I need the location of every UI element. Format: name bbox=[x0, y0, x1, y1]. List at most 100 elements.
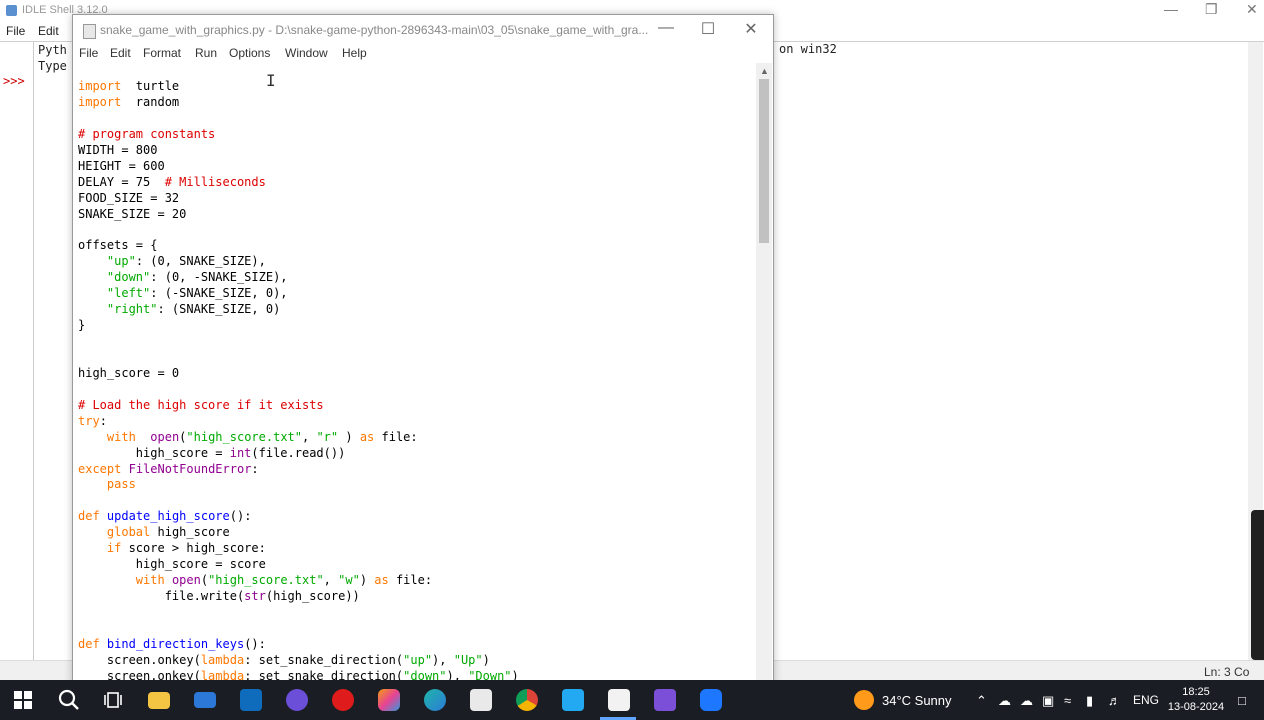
code-token: : (0, -SNAKE_SIZE), bbox=[150, 270, 288, 285]
code-token: global bbox=[106, 525, 151, 540]
code-token: WIDTH = 800 bbox=[78, 142, 158, 157]
editor-title-bar[interactable]: snake_game_with_graphics.py - D:\snake-g… bbox=[73, 15, 773, 45]
taskbar-edge[interactable] bbox=[418, 680, 452, 720]
volume-icon[interactable]: ♬ bbox=[1108, 693, 1121, 708]
code-token: turtle bbox=[121, 79, 180, 93]
code-token: "high_score.txt" bbox=[186, 429, 302, 444]
taskbar-file-explorer[interactable] bbox=[142, 680, 176, 720]
scroll-up-icon[interactable]: ▲ bbox=[760, 66, 769, 76]
minimize-icon[interactable]: — bbox=[651, 19, 681, 37]
notification-edge[interactable] bbox=[1251, 510, 1264, 660]
notification-icon[interactable]: □ bbox=[1238, 693, 1246, 708]
taskbar-opera[interactable] bbox=[326, 680, 360, 720]
editor-scrollbar[interactable]: ▲ bbox=[756, 63, 772, 685]
menu-help[interactable]: Help bbox=[342, 46, 367, 60]
code-token: lambda bbox=[200, 652, 245, 667]
code-line: high_score = 0 bbox=[78, 366, 519, 382]
code-token: "left" bbox=[106, 286, 151, 301]
code-token: (): bbox=[229, 509, 252, 524]
code-line: "up": (0, SNAKE_SIZE), bbox=[78, 254, 519, 270]
code-token: , bbox=[323, 573, 339, 588]
file-icon bbox=[83, 24, 96, 39]
shell-menu-edit[interactable]: Edit bbox=[38, 24, 59, 38]
taskbar-vscode[interactable] bbox=[556, 680, 590, 720]
code-token: random bbox=[121, 94, 180, 109]
code-token: high_score = 0 bbox=[78, 365, 180, 380]
code-token: except bbox=[78, 461, 122, 476]
shell-output[interactable]: Pyth Type bbox=[38, 42, 67, 74]
restore-icon[interactable]: ❐ bbox=[1205, 1, 1218, 18]
code-token: file.write( bbox=[78, 589, 245, 603]
code-line: DELAY = 75 # Milliseconds bbox=[78, 175, 519, 191]
python-icon bbox=[6, 5, 17, 16]
code-editor[interactable]: import turtle import random # program con… bbox=[78, 79, 519, 685]
code-line: WIDTH = 800 bbox=[78, 143, 519, 159]
menu-options[interactable]: Options bbox=[229, 46, 270, 60]
code-line: FOOD_SIZE = 32 bbox=[78, 191, 519, 207]
code-line: SNAKE_SIZE = 20 bbox=[78, 207, 519, 223]
minimize-icon[interactable]: — bbox=[1164, 1, 1178, 17]
onedrive-icon[interactable]: ☁ bbox=[998, 693, 1011, 709]
clock-date: 13-08-2024 bbox=[1167, 701, 1225, 713]
clock[interactable]: 18:25 13-08-2024 bbox=[1166, 685, 1226, 715]
app-blue-icon bbox=[700, 689, 722, 711]
shell-menu-file[interactable]: File bbox=[6, 24, 25, 38]
taskbar-store[interactable] bbox=[464, 680, 498, 720]
weather-icon[interactable] bbox=[854, 690, 874, 710]
taskbar-copilot[interactable] bbox=[372, 680, 406, 720]
chevron-up-icon[interactable]: ⌃ bbox=[976, 693, 987, 709]
taskbar-app-blue[interactable] bbox=[694, 680, 728, 720]
menu-file[interactable]: File bbox=[79, 46, 98, 60]
python-file-icon bbox=[608, 689, 630, 711]
close-icon[interactable]: ✕ bbox=[1246, 1, 1258, 18]
code-token: pass bbox=[106, 477, 136, 492]
code-token: as bbox=[359, 429, 375, 444]
shell-prompt-gutter: >>> bbox=[0, 42, 34, 660]
taskbar-app[interactable] bbox=[280, 680, 314, 720]
maximize-icon[interactable]: ☐ bbox=[693, 19, 723, 39]
code-token: SNAKE_SIZE = 20 bbox=[78, 206, 187, 221]
text-cursor-icon: I bbox=[266, 71, 276, 90]
battery-icon[interactable]: ▮ bbox=[1086, 693, 1093, 709]
taskbar-outlook[interactable] bbox=[234, 680, 268, 720]
taskbar-clipchamp[interactable] bbox=[648, 680, 682, 720]
weather-text[interactable]: 34°C Sunny bbox=[882, 693, 952, 708]
menu-format[interactable]: Format bbox=[143, 46, 181, 60]
language-indicator[interactable]: ENG bbox=[1133, 693, 1159, 707]
task-view-button[interactable] bbox=[96, 680, 130, 720]
code-token: bind_direction_keys bbox=[106, 636, 245, 651]
menu-window[interactable]: Window bbox=[285, 46, 328, 60]
code-token: # program constants bbox=[78, 126, 216, 141]
taskbar-idle[interactable] bbox=[602, 680, 636, 720]
code-token: "up" bbox=[403, 652, 433, 667]
taskbar-mail[interactable] bbox=[188, 680, 222, 720]
code-token: : set_snake_direction( bbox=[244, 652, 404, 667]
menu-run[interactable]: Run bbox=[195, 46, 217, 60]
device-icon[interactable]: ▣ bbox=[1042, 693, 1054, 709]
start-button[interactable] bbox=[6, 680, 40, 720]
code-line: "right": (SNAKE_SIZE, 0) bbox=[78, 302, 519, 318]
scrollbar-thumb[interactable] bbox=[759, 79, 769, 243]
mail-icon bbox=[194, 692, 216, 708]
code-line: file.write(str(high_score)) bbox=[78, 589, 519, 605]
search-button[interactable] bbox=[52, 680, 86, 720]
taskbar-chrome[interactable] bbox=[510, 680, 544, 720]
task-view-icon bbox=[104, 692, 122, 708]
clapper-icon bbox=[654, 689, 676, 711]
code-token: (): bbox=[244, 636, 266, 651]
wifi-icon[interactable]: ≈ bbox=[1064, 693, 1071, 708]
code-token: : bbox=[99, 413, 107, 428]
menu-edit[interactable]: Edit bbox=[110, 46, 131, 60]
code-token: str bbox=[244, 589, 266, 603]
close-icon[interactable]: ✕ bbox=[736, 19, 766, 39]
code-token: def bbox=[78, 636, 100, 651]
cloud-icon[interactable]: ☁ bbox=[1020, 693, 1033, 709]
code-line: with open("high_score.txt", "r" ) as fil… bbox=[78, 430, 519, 446]
code-token: "right" bbox=[106, 302, 158, 317]
